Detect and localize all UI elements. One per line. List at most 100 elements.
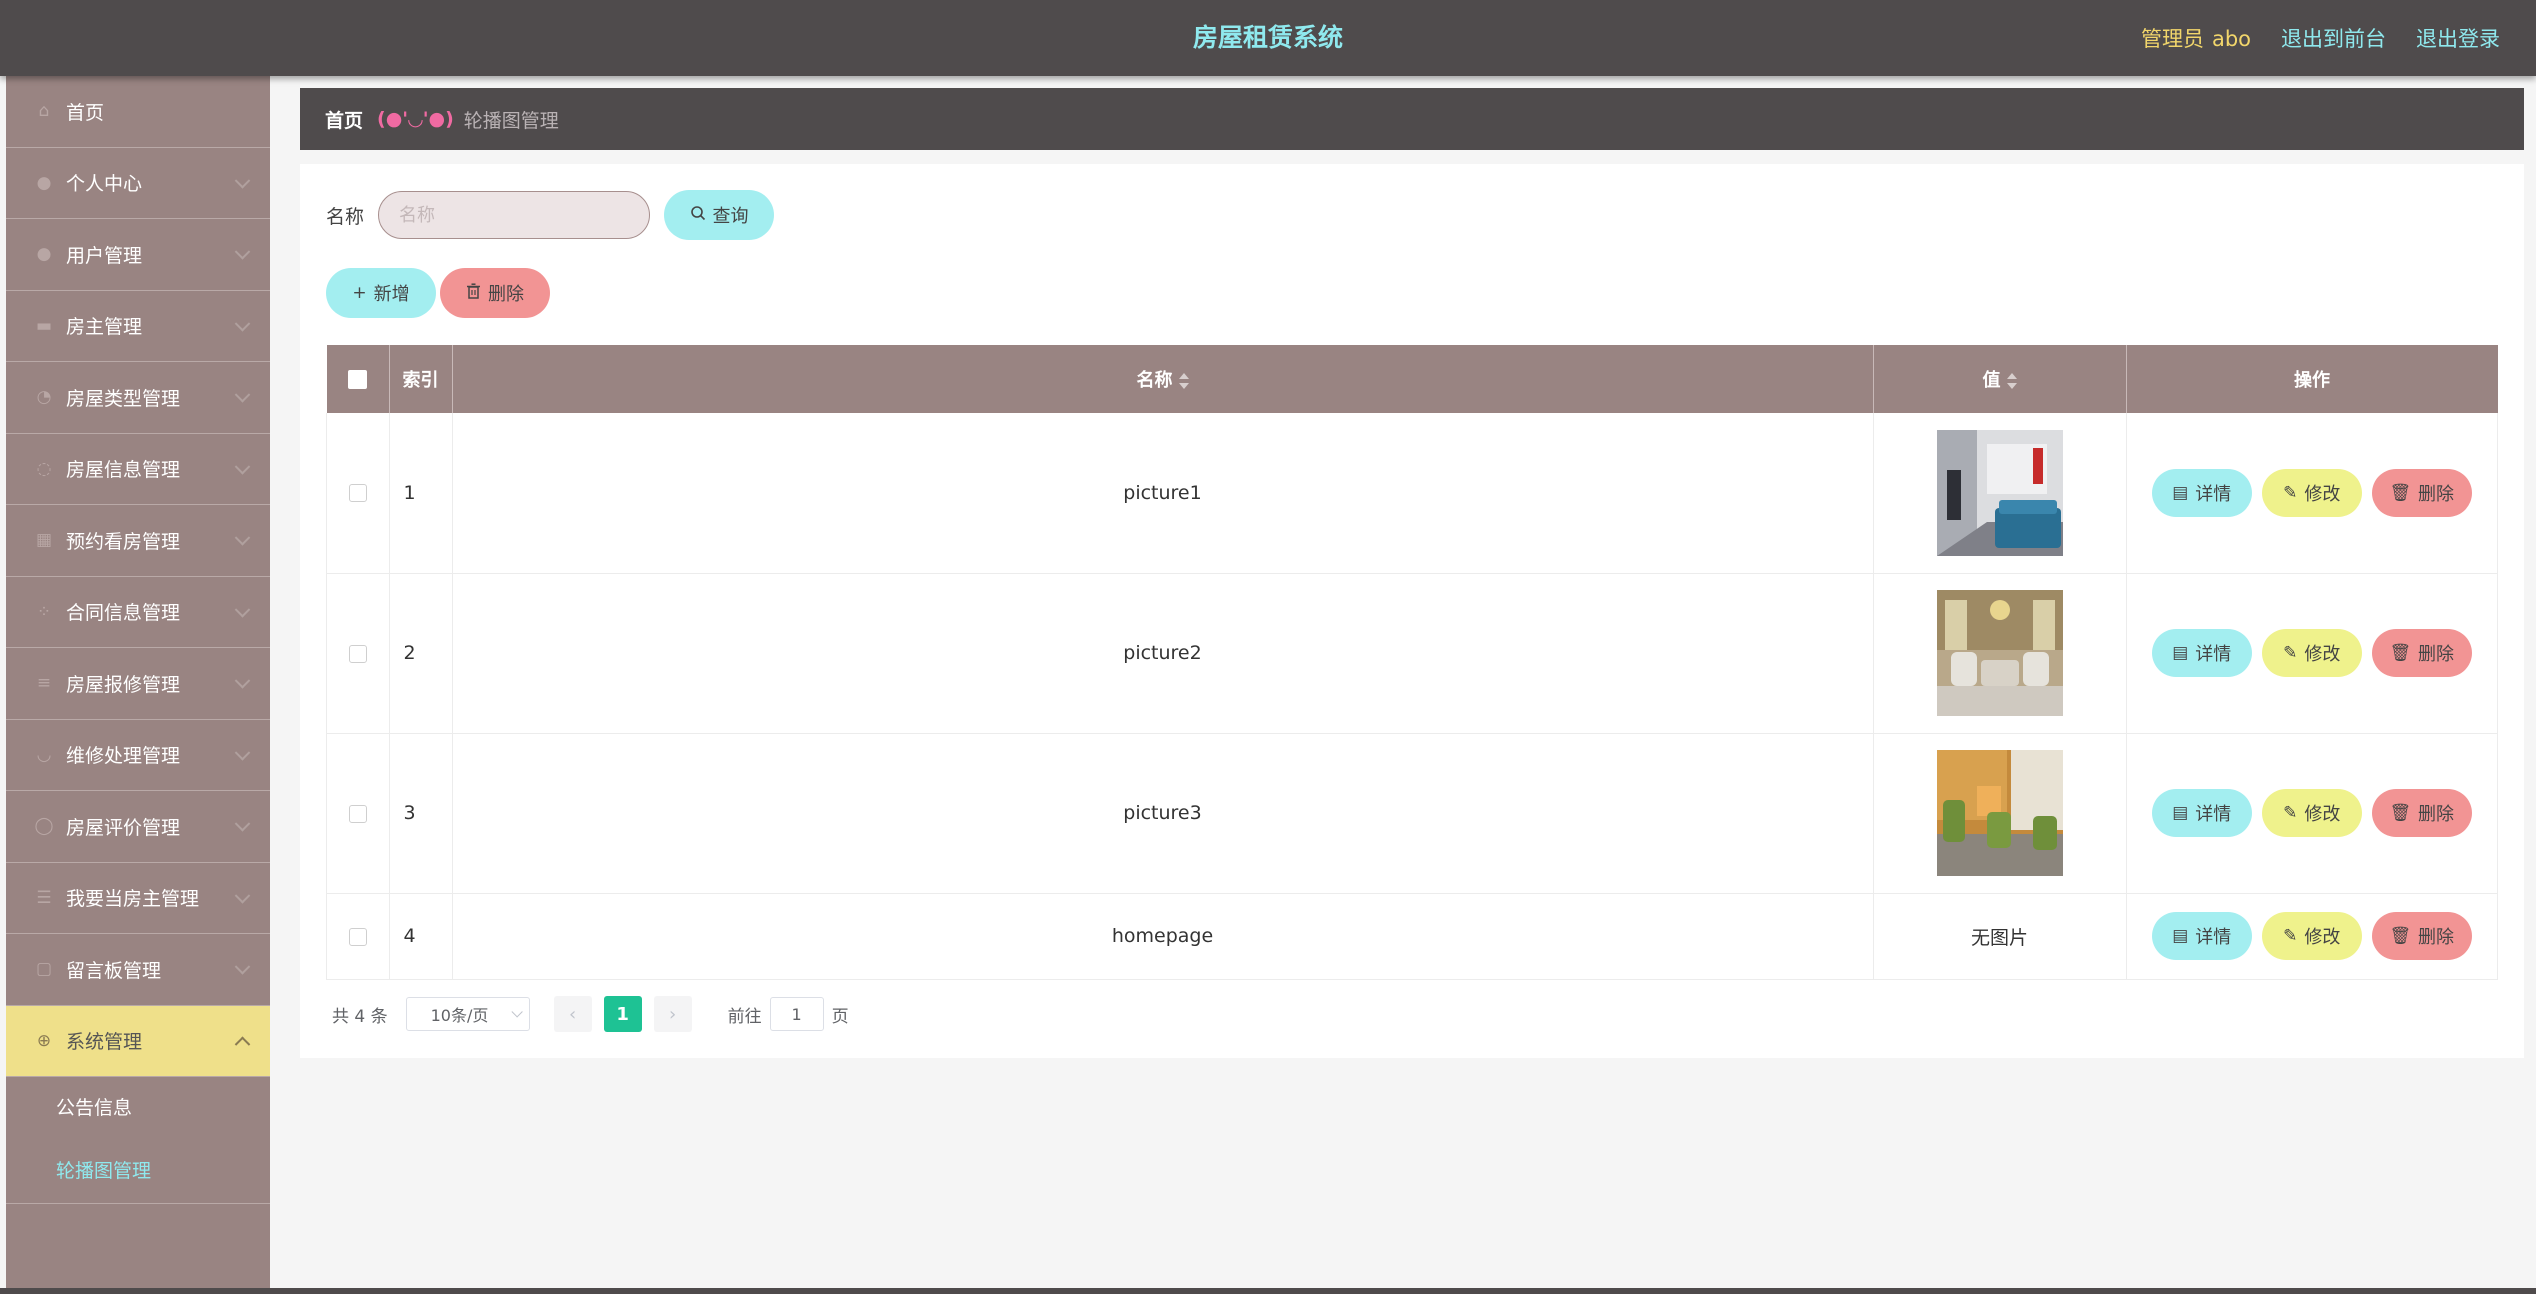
row-select-cell [326, 413, 390, 574]
sidebar-item-repairs[interactable]: ≡ 房屋报修管理 [6, 648, 270, 720]
landlord-icon: ▬ [35, 315, 53, 336]
chevron-down-icon [234, 601, 251, 618]
grid-icon: ⁘ [36, 601, 52, 622]
sidebar-item-landlords[interactable]: ▬ 房主管理 [6, 291, 270, 362]
search-label: 名称 [326, 205, 365, 228]
logout-link[interactable]: 退出登录 [2416, 23, 2500, 53]
carousel-thumbnail[interactable] [1936, 750, 2063, 876]
row-delete-button[interactable]: 🗑 删除 [2371, 629, 2472, 677]
sidebar-item-maintenance[interactable]: ◡ 维修处理管理 [6, 720, 270, 791]
next-page-button[interactable]: › [653, 996, 692, 1032]
trash-icon: 🗑 [2389, 643, 2412, 663]
top-right-nav: 管理员 abo 退出到前台 退出登录 [2141, 0, 2500, 76]
query-button[interactable]: 查询 [664, 190, 775, 240]
prev-page-button[interactable]: ‹ [553, 996, 592, 1032]
detail-button[interactable]: ▤ 详情 [2151, 629, 2252, 677]
edit-button-label: 修改 [2304, 804, 2341, 825]
page-number-button[interactable]: 1 [603, 996, 642, 1032]
page-size-value: 10条/页 [430, 1006, 489, 1025]
menu-icon: ☰ [36, 887, 52, 908]
detail-button[interactable]: ▤ 详情 [2151, 468, 2252, 517]
chevron-down-icon [234, 172, 251, 189]
edit-button[interactable]: ✎ 修改 [2261, 912, 2362, 960]
select-all-checkbox[interactable] [348, 370, 367, 389]
sidebar-item-personal-center[interactable]: ● 个人中心 [6, 148, 270, 219]
column-header-name[interactable]: 名称 [452, 345, 1874, 413]
chevron-up-icon [234, 1036, 251, 1052]
home-icon: ⌂ [38, 101, 50, 122]
sidebar-item-message-board[interactable]: ▢ 留言板管理 [6, 934, 270, 1006]
edit-button[interactable]: ✎ 修改 [2261, 468, 2362, 517]
goto-page-input[interactable] [769, 997, 824, 1031]
column-header-value[interactable]: 值 [1873, 345, 2127, 413]
admin-name: abo [2211, 27, 2251, 51]
row-delete-button-label: 删除 [2418, 483, 2455, 505]
sidebar-item-house-info[interactable]: ◌ 房屋信息管理 [6, 434, 270, 505]
sidebar-item-system[interactable]: ⊕ 系统管理 [6, 1005, 270, 1077]
action-toolbar: + 新增 删除 [326, 268, 550, 318]
search-input[interactable] [378, 191, 651, 239]
row-name: homepage [452, 893, 1874, 980]
back-to-frontend-link[interactable]: 退出到前台 [2281, 23, 2386, 53]
row-value [1873, 413, 2127, 574]
chevron-down-icon [234, 959, 251, 975]
chevron-down-icon [234, 387, 251, 403]
chevron-down-icon [234, 816, 251, 832]
admin-info: 管理员 abo [2141, 23, 2251, 53]
page-size-select[interactable]: 10条/页 [405, 997, 530, 1031]
row-index: 3 [389, 733, 453, 894]
sidebar-item-contracts[interactable]: ⁘ 合同信息管理 [6, 577, 270, 648]
row-select-cell [326, 573, 390, 734]
breadcrumb-home[interactable]: 首页 [325, 106, 363, 133]
row-checkbox[interactable] [348, 804, 367, 823]
sidebar-item-become-landlord[interactable]: ☰ 我要当房主管理 [6, 863, 270, 934]
sidebar-item-house-types[interactable]: ◔ 房屋类型管理 [6, 362, 270, 434]
sidebar-item-label: 房屋类型管理 [66, 387, 181, 410]
content-panel: 名称 查询 + 新增 删除 索引 名称 值 操作 [300, 164, 2524, 1058]
row-value: 无图片 [1873, 893, 2127, 980]
delete-button-label: 删除 [488, 284, 524, 305]
column-header-index: 索引 [389, 345, 453, 413]
row-delete-button[interactable]: 🗑 删除 [2371, 468, 2472, 517]
row-index: 1 [389, 413, 453, 574]
column-header-actions: 操作 [2126, 345, 2498, 413]
submenu-item-carousel[interactable]: 轮播图管理 [6, 1140, 270, 1203]
sort-icon [2006, 373, 2017, 389]
detail-button[interactable]: ▤ 详情 [2151, 912, 2252, 960]
row-checkbox[interactable] [348, 927, 367, 946]
carousel-thumbnail[interactable] [1936, 429, 2063, 556]
row-delete-button[interactable]: 🗑 删除 [2371, 789, 2472, 837]
edit-button[interactable]: ✎ 修改 [2261, 789, 2362, 837]
document-icon: ▤ [2172, 482, 2189, 503]
row-checkbox[interactable] [348, 644, 367, 663]
search-bar: 名称 查询 [326, 190, 775, 240]
delete-button[interactable]: 删除 [440, 268, 550, 318]
chevron-down-icon [234, 530, 251, 546]
edit-button[interactable]: ✎ 修改 [2261, 629, 2362, 677]
row-index: 4 [389, 893, 453, 980]
wrench-icon: ◡ [36, 744, 52, 765]
sidebar-item-reviews[interactable]: ◯ 房屋评价管理 [6, 791, 270, 863]
sidebar-item-label: 房屋信息管理 [66, 459, 181, 482]
detail-button[interactable]: ▤ 详情 [2151, 789, 2252, 837]
breadcrumb-current: 轮播图管理 [463, 109, 559, 132]
breadcrumb-separator: (●'◡'●) [377, 108, 454, 130]
pencil-icon: ✎ [2283, 926, 2298, 946]
row-delete-button[interactable]: 🗑 删除 [2371, 912, 2472, 960]
info-icon: ◌ [36, 458, 52, 479]
row-delete-button-label: 删除 [2418, 644, 2455, 665]
sidebar-item-viewing-appointments[interactable]: ▦ 预约看房管理 [6, 505, 270, 577]
window-bottom-border [0, 1288, 2536, 1294]
sidebar-item-home[interactable]: ⌂ 首页 [6, 76, 270, 148]
comment-icon: ◯ [34, 816, 54, 837]
sidebar-item-label: 我要当房主管理 [66, 888, 200, 911]
carousel-thumbnail[interactable] [1936, 590, 2063, 716]
add-button[interactable]: + 新增 [326, 268, 436, 318]
trash-icon: 🗑 [2389, 926, 2412, 946]
row-checkbox[interactable] [348, 484, 367, 503]
sidebar-item-label: 预约看房管理 [66, 530, 181, 553]
submenu-item-announcements[interactable]: 公告信息 [6, 1077, 270, 1140]
plus-icon: + [352, 283, 367, 303]
message-icon: ▢ [35, 959, 53, 980]
sidebar-item-users[interactable]: ● 用户管理 [6, 219, 270, 291]
